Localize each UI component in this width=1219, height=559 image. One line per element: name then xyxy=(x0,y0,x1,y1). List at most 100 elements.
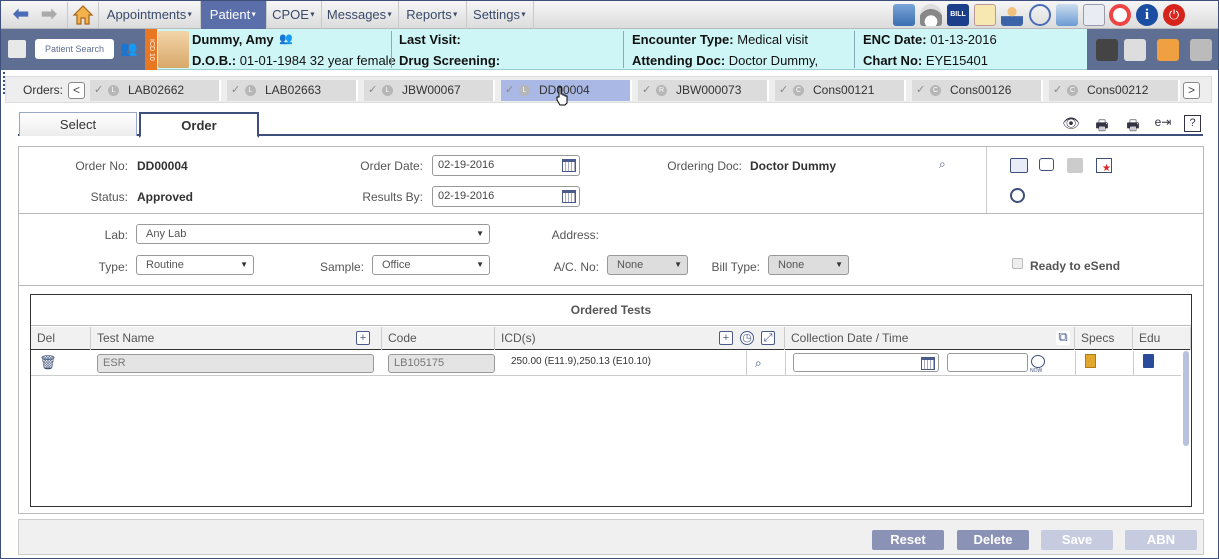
orders-next-button[interactable]: > xyxy=(1183,82,1200,99)
encounter-type: Encounter Type: Medical visit xyxy=(632,32,808,47)
reset-button[interactable]: Reset xyxy=(872,530,944,550)
ac-no-label: A/C. No: xyxy=(553,260,599,274)
doctor-icon[interactable] xyxy=(1001,4,1023,26)
menu-cpoe[interactable]: CPOE▼ xyxy=(267,1,322,29)
stethoscope-icon[interactable] xyxy=(1029,4,1051,26)
doctor-lookup-icon[interactable]: ⌕ xyxy=(939,157,955,173)
menu-settings[interactable]: Settings▼ xyxy=(467,1,534,29)
col-del: Del xyxy=(31,327,91,350)
collection-time-field[interactable] xyxy=(947,353,1028,372)
order-tab[interactable]: ✓ L LAB02662 xyxy=(90,80,221,101)
ready-esend-checkbox[interactable] xyxy=(1012,258,1023,269)
orders-prev-button[interactable]: < xyxy=(68,82,85,99)
print-label-icon[interactable]: 🖶 xyxy=(1123,115,1143,133)
ac-no-select[interactable]: None ▼ xyxy=(607,255,688,275)
add-test-icon[interactable]: + xyxy=(356,331,370,345)
patient-edit-icon[interactable] xyxy=(1124,39,1146,61)
type-label: Type: xyxy=(98,260,128,274)
type-select[interactable]: Routine ▼ xyxy=(136,255,254,275)
calendar-icon[interactable] xyxy=(562,190,576,203)
view-icon[interactable]: 👁 xyxy=(1061,115,1081,133)
menu-reports[interactable]: Reports▼ xyxy=(399,1,467,29)
calendar-icon[interactable] xyxy=(921,357,935,370)
patient-actions-panel xyxy=(1087,29,1218,70)
calendar-icon[interactable] xyxy=(974,4,996,26)
order-tab[interactable]: ✓ L LAB02663 xyxy=(227,80,358,101)
table-row: 🗑 ESR LB105175 250.00 (E11.9),250.13 (E1… xyxy=(31,351,1181,376)
top-menu-bar: ⬅ ➡ Appointments▼ Patient▼ CPOE▼ Message… xyxy=(1,1,1218,29)
help-ring-icon[interactable] xyxy=(1109,4,1131,26)
patient-folder-icon[interactable] xyxy=(1157,39,1179,61)
patients-group-icon[interactable]: 👥 xyxy=(120,40,140,58)
gauge-icon[interactable] xyxy=(920,4,942,26)
bill-icon[interactable]: BILL xyxy=(947,4,969,26)
download-icon[interactable] xyxy=(1056,4,1078,26)
calendar-icon[interactable] xyxy=(562,159,576,172)
add-icd-icon[interactable]: + xyxy=(719,331,733,345)
menu-appointments[interactable]: Appointments▼ xyxy=(100,1,201,29)
order-tab[interactable]: ✓ C Cons00121 xyxy=(775,80,906,101)
divider xyxy=(986,147,987,213)
tab-order[interactable]: Order xyxy=(139,112,259,138)
icd-expand-icon[interactable]: ⤢ xyxy=(761,331,775,345)
copy-icon[interactable]: ⧉ xyxy=(1056,330,1070,345)
document-icon[interactable] xyxy=(1083,4,1105,26)
clock-icon[interactable] xyxy=(1031,355,1045,368)
save-button[interactable]: Save xyxy=(1041,530,1113,550)
dashboard-icon[interactable] xyxy=(893,4,915,26)
patient-search-button[interactable]: Patient Search xyxy=(35,39,114,59)
order-tab[interactable]: ✓ C Cons00126 xyxy=(912,80,1043,101)
test-name-field[interactable]: ESR xyxy=(97,354,374,373)
divider xyxy=(391,31,392,68)
chevron-down-icon: ▼ xyxy=(240,260,248,269)
sample-select[interactable]: Office ▼ xyxy=(372,255,490,275)
attending-doc-label: Attending Doc: xyxy=(632,53,726,68)
home-button[interactable] xyxy=(67,2,99,28)
back-arrow-icon[interactable]: ⬅ xyxy=(11,5,31,25)
order-tab[interactable]: ✓ C Cons00212 xyxy=(1049,80,1180,101)
order-tab-label: Cons00126 xyxy=(950,83,1012,97)
now-label: NOW xyxy=(1030,368,1043,374)
tab-select[interactable]: Select xyxy=(19,112,137,136)
patient-lookup-icon[interactable] xyxy=(8,40,26,58)
icd-history-icon[interactable]: ◷ xyxy=(740,331,754,345)
footer-bar: Reset Delete Save ABN xyxy=(18,519,1204,555)
icd-lookup-icon[interactable]: ⌕ xyxy=(755,356,769,370)
order-tab[interactable]: ✓ R JBW000073 xyxy=(638,80,769,101)
ordering-doc-value: Doctor Dummy xyxy=(750,159,837,173)
info-icon[interactable]: i xyxy=(1136,4,1158,26)
specs-icon[interactable] xyxy=(1085,354,1096,368)
collection-date-field[interactable] xyxy=(793,353,939,372)
order-date-field[interactable]: 02-19-2016 xyxy=(432,155,580,176)
patient-transfer-icon[interactable] xyxy=(1190,39,1212,61)
education-book-icon[interactable] xyxy=(1143,354,1154,368)
orders-label: Orders: xyxy=(23,83,64,97)
menu-appointments-label: Appointments xyxy=(106,7,187,22)
contact-card-icon[interactable] xyxy=(1010,158,1028,173)
results-by-field[interactable]: 02-19-2016 xyxy=(432,186,580,207)
lab-select[interactable]: Any Lab ▼ xyxy=(136,224,490,244)
favorite-document-icon[interactable]: ★ xyxy=(1096,158,1112,174)
forward-arrow-icon[interactable]: ➡ xyxy=(39,5,59,25)
delete-button[interactable]: Delete xyxy=(957,530,1029,550)
card-reader-icon[interactable] xyxy=(1096,39,1118,61)
menu-messages[interactable]: Messages▼ xyxy=(322,1,399,29)
comment-icon[interactable] xyxy=(1039,158,1054,171)
print-icon[interactable]: 🖶 xyxy=(1092,115,1112,133)
chevron-down-icon: ▼ xyxy=(476,229,484,238)
sample-label: Sample: xyxy=(319,260,364,274)
bill-type-select[interactable]: None ▼ xyxy=(768,255,849,275)
scrollbar[interactable] xyxy=(1183,351,1189,446)
code-field[interactable]: LB105175 xyxy=(388,354,495,373)
abn-button[interactable]: ABN xyxy=(1125,530,1197,550)
order-tab[interactable]: ✓ L JBW00067 xyxy=(364,80,495,101)
history-icon[interactable] xyxy=(1010,188,1025,203)
family-icon[interactable]: 👥 xyxy=(279,32,293,45)
help-icon[interactable]: ? xyxy=(1184,115,1201,132)
menu-patient[interactable]: Patient▼ xyxy=(201,1,267,29)
trash-icon[interactable]: 🗑 xyxy=(39,355,57,370)
esend-icon[interactable]: e⇥ xyxy=(1153,115,1173,133)
check-icon: ✓ xyxy=(94,84,104,96)
patient-banner: Patient Search 👥 ICD 10 Dummy, Amy 👥 D.O… xyxy=(1,29,1218,70)
power-icon[interactable]: ⏻ xyxy=(1163,4,1185,26)
